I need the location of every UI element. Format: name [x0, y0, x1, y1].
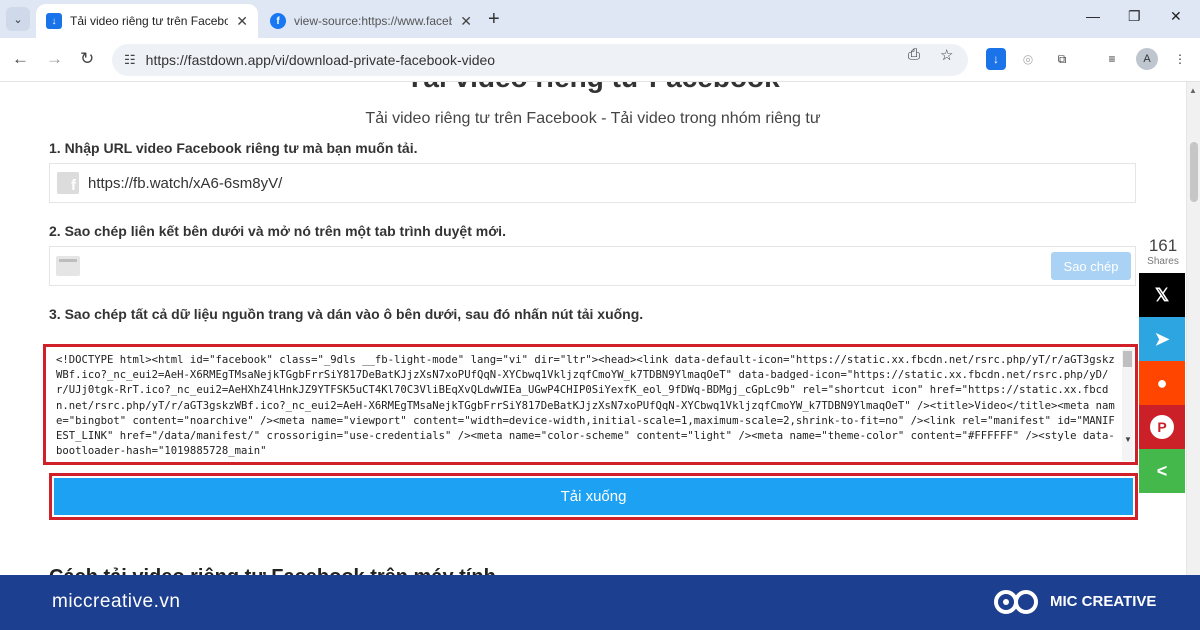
page-scroll-thumb[interactable]: [1190, 142, 1198, 202]
pinterest-icon: P: [1150, 415, 1174, 439]
footer-site: miccreative.vn: [52, 591, 181, 612]
telegram-icon: ➤: [1154, 328, 1170, 349]
page-content: Tải video riêng tư Facebook Tải video ri…: [0, 82, 1186, 575]
url-input[interactable]: f https://fb.watch/xA6-6sm8yV/: [49, 163, 1136, 203]
x-icon: 𝕏: [1154, 284, 1170, 305]
close-tab-icon[interactable]: ✕: [236, 13, 248, 30]
facebook-icon: f: [57, 172, 79, 194]
copy-button[interactable]: Sao chép: [1051, 252, 1131, 280]
link-icon: [56, 256, 80, 276]
extension-globe-icon[interactable]: ◎: [1018, 48, 1038, 70]
source-code-textarea[interactable]: <!DOCTYPE html><html id="facebook" class…: [56, 353, 1116, 459]
facebook-favicon-icon: f: [270, 13, 286, 29]
reading-list-icon[interactable]: ≡: [1102, 48, 1122, 70]
browser-menu-icon[interactable]: ⋮: [1170, 48, 1190, 70]
scroll-up-arrow-icon[interactable]: ▲: [1189, 86, 1197, 95]
new-tab-button[interactable]: +: [488, 8, 500, 31]
step1-label: 1. Nhập URL video Facebook riêng tư mà b…: [49, 140, 418, 156]
download-button[interactable]: Tải xuống: [54, 478, 1133, 515]
reddit-icon: ●: [1156, 372, 1168, 393]
share-telegram-button[interactable]: ➤: [1139, 317, 1185, 361]
download-favicon-icon: ↓: [46, 13, 62, 29]
share-label: Shares: [1147, 256, 1179, 267]
footer-banner: miccreative.vn MIC CREATIVE: [0, 575, 1200, 630]
download-button-highlight: Tải xuống: [49, 473, 1138, 520]
restore-icon[interactable]: ❐: [1128, 8, 1141, 25]
forward-icon[interactable]: →: [46, 49, 63, 69]
share-reddit-button[interactable]: ●: [1139, 361, 1185, 405]
share-x-button[interactable]: 𝕏: [1139, 273, 1185, 317]
site-info-icon[interactable]: ☷: [124, 52, 136, 68]
share-more-button[interactable]: <: [1139, 449, 1185, 493]
textarea-scrollbar[interactable]: ▼: [1122, 349, 1133, 461]
tab-search-chevron-icon[interactable]: ⌄: [6, 7, 30, 31]
back-icon[interactable]: ←: [12, 49, 29, 69]
url-input-value: https://fb.watch/xA6-6sm8yV/: [88, 174, 283, 192]
section-heading: Cách tải video riêng tư Facebook trên má…: [49, 566, 496, 575]
step2-label: 2. Sao chép liên kết bên dưới và mở nó t…: [49, 223, 506, 239]
step3-label: 3. Sao chép tất cả dữ liệu nguồn trang v…: [49, 306, 644, 322]
textarea-scroll-thumb[interactable]: [1123, 351, 1132, 367]
close-tab-icon[interactable]: ✕: [460, 13, 472, 30]
minimize-icon[interactable]: —: [1086, 8, 1100, 24]
footer-brand: MIC CREATIVE: [1050, 593, 1157, 610]
tab-view-source[interactable]: f view-source:https://www.faceb ✕: [260, 4, 482, 38]
bookmark-star-icon[interactable]: ☆: [940, 46, 953, 64]
generated-link-field[interactable]: Sao chép: [49, 246, 1136, 286]
share-counter: 161 Shares: [1142, 236, 1184, 267]
profile-avatar[interactable]: A: [1136, 48, 1158, 70]
address-url: https://fastdown.app/vi/download-private…: [145, 52, 496, 68]
tab-title: Tải video riêng tư trên Faceboo: [70, 14, 229, 28]
share-pinterest-button[interactable]: P: [1139, 405, 1185, 449]
tab-fastdown[interactable]: ↓ Tải video riêng tư trên Faceboo ✕: [36, 4, 258, 38]
close-window-icon[interactable]: ✕: [1170, 8, 1182, 25]
tab-title: view-source:https://www.faceb: [294, 14, 453, 28]
page-scrollbar[interactable]: ▲: [1186, 82, 1200, 575]
page-subtitle: Tải video riêng tư trên Facebook - Tải v…: [365, 110, 821, 127]
extension-download-icon[interactable]: ↓: [986, 48, 1006, 70]
scroll-down-arrow-icon[interactable]: ▼: [1124, 435, 1132, 444]
source-textarea-highlight: <!DOCTYPE html><html id="facebook" class…: [43, 344, 1138, 465]
mic-creative-logo-icon: [994, 590, 1038, 614]
address-bar[interactable]: ☷ https://fastdown.app/vi/download-priva…: [112, 44, 968, 76]
share-count: 161: [1148, 236, 1178, 255]
install-app-icon[interactable]: ⎙: [908, 46, 920, 63]
reload-icon[interactable]: ↻: [80, 49, 94, 69]
extensions-puzzle-icon[interactable]: ⧉: [1052, 48, 1072, 70]
browser-toolbar: ← → ↻ ☷ https://fastdown.app/vi/download…: [0, 38, 1200, 82]
page-title: Tải video riêng tư Facebook: [0, 82, 1186, 94]
share-icon: <: [1156, 460, 1168, 481]
tab-strip: ⌄ ↓ Tải video riêng tư trên Faceboo ✕ f …: [0, 0, 1200, 38]
